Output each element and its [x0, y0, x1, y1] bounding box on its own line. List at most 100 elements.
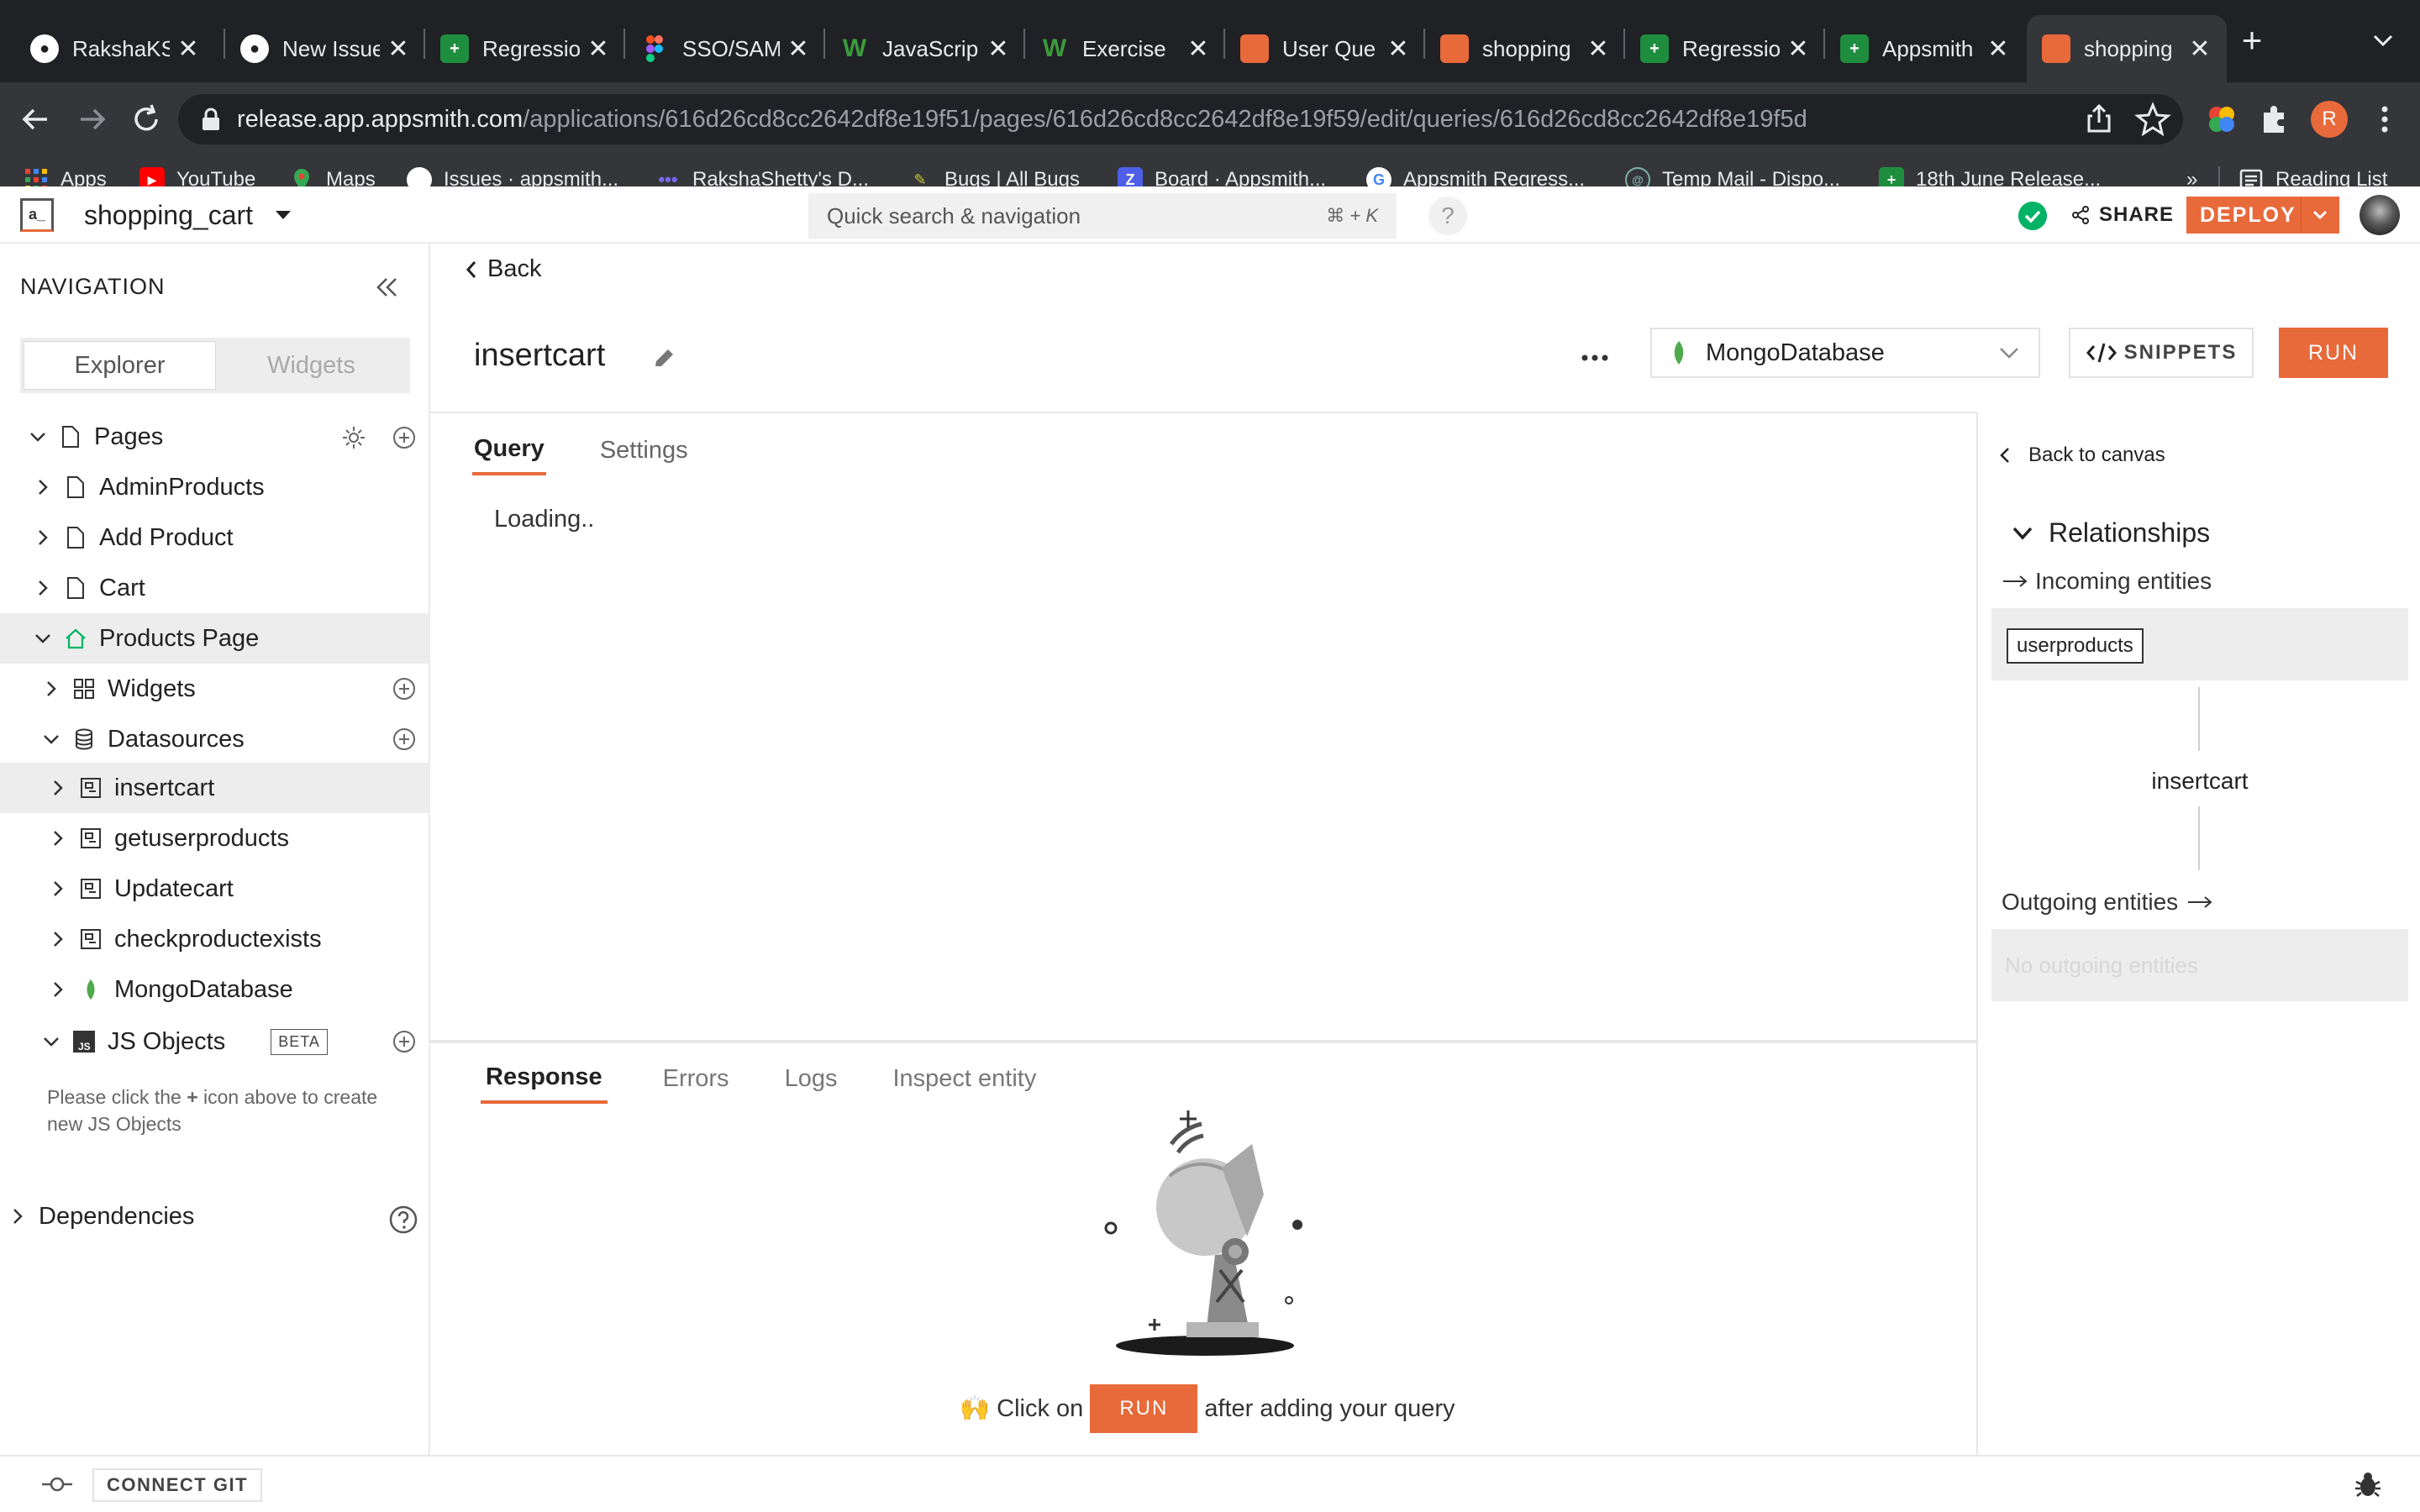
more-actions-icon[interactable] — [1578, 343, 1612, 373]
caret-down-icon[interactable] — [274, 208, 292, 222]
back-link[interactable]: Back — [464, 255, 541, 283]
back-to-canvas-link[interactable]: Back to canvas — [1998, 444, 2165, 467]
query-icon — [81, 879, 101, 899]
page-item-cart[interactable]: Cart — [0, 563, 429, 613]
help-button[interactable]: ? — [1428, 197, 1467, 235]
help-circle-icon[interactable] — [388, 1205, 418, 1235]
add-page-icon[interactable] — [392, 425, 417, 450]
close-tab-icon[interactable]: ✕ — [2188, 34, 2212, 64]
tab-title: SSO/SAM — [682, 35, 780, 61]
tab-explorer[interactable]: Explorer — [24, 341, 216, 390]
widgets-group[interactable]: Widgets — [0, 664, 429, 714]
js-icon: JS — [73, 1031, 95, 1053]
share-button[interactable]: SHARE — [2070, 198, 2174, 232]
page-item-products-page[interactable]: Products Page — [0, 613, 429, 664]
query-item-checkproductexists[interactable]: checkproductexists — [0, 914, 429, 964]
deploy-button[interactable]: DEPLOY — [2186, 197, 2339, 234]
relationships-heading[interactable]: Relationships — [2012, 517, 2210, 549]
add-datasource-icon[interactable] — [392, 727, 417, 752]
star-icon[interactable] — [2133, 99, 2173, 139]
user-avatar[interactable] — [2360, 195, 2400, 235]
datasource-dropdown[interactable]: MongoDatabase — [1650, 328, 2040, 378]
run-button[interactable]: RUN — [2279, 328, 2388, 378]
close-tab-icon[interactable]: ✕ — [1986, 34, 2010, 64]
tab-logs[interactable]: Logs — [785, 1053, 838, 1104]
close-tab-icon[interactable]: ✕ — [786, 34, 810, 64]
query-item-insertcart[interactable]: insertcart — [0, 763, 429, 813]
appsmith-logo-icon[interactable]: a_ — [20, 198, 54, 232]
forward-arrow-icon[interactable] — [72, 99, 113, 139]
home-icon — [66, 628, 86, 649]
chevron-right-icon — [54, 881, 63, 896]
browser-tab[interactable]: + Regressio ✕ — [1625, 15, 1825, 82]
run-hint-button[interactable]: RUN — [1090, 1384, 1198, 1433]
deploy-menu-chevron[interactable] — [2301, 198, 2338, 232]
chevron-right-icon — [39, 580, 48, 596]
tab-response[interactable]: Response — [481, 1053, 608, 1104]
browser-tab[interactable]: ● New Issue ✕ — [225, 15, 425, 82]
close-tab-icon[interactable]: ✕ — [1186, 34, 1210, 64]
tab-inspect-entity[interactable]: Inspect entity — [892, 1053, 1036, 1104]
share-icon[interactable] — [2079, 99, 2119, 139]
browser-tab[interactable]: + Appsmith ✕ — [1825, 15, 2025, 82]
extension-colorful-icon[interactable] — [2202, 99, 2242, 139]
tab-widgets[interactable]: Widgets — [216, 341, 407, 390]
js-objects-group[interactable]: JS JS Objects BETA — [0, 1016, 429, 1067]
close-tab-icon[interactable]: ✕ — [1786, 34, 1810, 64]
browser-tab[interactable]: SSO/SAM ✕ — [625, 15, 825, 82]
pencil-icon[interactable] — [650, 346, 677, 373]
close-tab-icon[interactable]: ✕ — [176, 34, 200, 64]
snippets-button[interactable]: SNIPPETS — [2069, 328, 2254, 378]
close-tab-icon[interactable]: ✕ — [587, 34, 610, 64]
gear-icon[interactable] — [341, 425, 366, 450]
datasources-group[interactable]: Datasources — [0, 714, 429, 764]
page-label: Add Product — [99, 523, 234, 551]
widgets-grid-icon — [74, 679, 94, 699]
close-tab-icon[interactable]: ✕ — [986, 34, 1010, 64]
query-label: insertcart — [114, 774, 215, 801]
tab-errors[interactable]: Errors — [663, 1053, 729, 1104]
chevron-down-icon[interactable] — [2368, 25, 2398, 55]
add-js-object-icon[interactable] — [392, 1029, 417, 1054]
close-tab-icon[interactable]: ✕ — [1386, 34, 1410, 64]
query-name[interactable]: insertcart — [474, 338, 605, 374]
bug-icon[interactable] — [2353, 1470, 2383, 1500]
browser-tab[interactable]: User Que ✕ — [1225, 15, 1425, 82]
run-hint-suffix: after adding your query — [1204, 1394, 1455, 1422]
tab-query[interactable]: Query — [472, 425, 546, 475]
puzzle-icon[interactable] — [2254, 99, 2294, 139]
reload-icon[interactable] — [126, 99, 166, 139]
url-bar[interactable]: release.app.appsmith.com/applications/61… — [178, 94, 2183, 144]
github-icon: ● — [240, 34, 269, 63]
add-widget-icon[interactable] — [392, 676, 417, 701]
kebab-menu-icon[interactable] — [2365, 99, 2405, 139]
appsmith-icon — [2042, 34, 2070, 63]
page-item-add-product[interactable]: Add Product — [0, 512, 429, 563]
close-tab-icon[interactable]: ✕ — [1586, 34, 1610, 64]
tab-settings[interactable]: Settings — [600, 425, 688, 475]
entity-chip[interactable]: userproducts — [2007, 628, 2144, 664]
chevron-right-icon — [39, 480, 48, 495]
tab-title: Regressio — [1682, 35, 1780, 61]
browser-tab[interactable]: shopping ✕ — [1425, 15, 1625, 82]
quick-search-input[interactable]: Quick search & navigation ⌘ + K — [808, 193, 1397, 239]
browser-tab[interactable]: ● RakshaKS ✕ — [15, 15, 215, 82]
new-tab-button[interactable]: + — [2235, 22, 2269, 59]
browser-tab[interactable]: + Regressio ✕ — [425, 15, 625, 82]
chevron-down-icon — [44, 735, 59, 744]
query-item-getuserproducts[interactable]: getuserproducts — [0, 813, 429, 864]
connect-git-button[interactable]: CONNECT GIT — [92, 1468, 262, 1502]
browser-tab-active[interactable]: shopping ✕ — [2027, 15, 2227, 82]
query-item-updatecart[interactable]: Updatecart — [0, 864, 429, 914]
back-arrow-icon[interactable] — [15, 99, 55, 139]
profile-avatar[interactable]: R — [2311, 101, 2348, 138]
close-tab-icon[interactable]: ✕ — [387, 34, 410, 64]
collapse-sidebar-icon[interactable] — [373, 276, 400, 299]
browser-tab[interactable]: W JavaScrip ✕ — [825, 15, 1025, 82]
datasource-item-mongodatabase[interactable]: MongoDatabase — [0, 964, 429, 1015]
dependencies-section[interactable]: Dependencies — [0, 1191, 429, 1242]
browser-tab[interactable]: W Exercise ✕ — [1025, 15, 1225, 82]
query-icon — [81, 778, 101, 798]
page-item-adminproducts[interactable]: AdminProducts — [0, 462, 429, 512]
app-name[interactable]: shopping_cart — [84, 200, 253, 231]
